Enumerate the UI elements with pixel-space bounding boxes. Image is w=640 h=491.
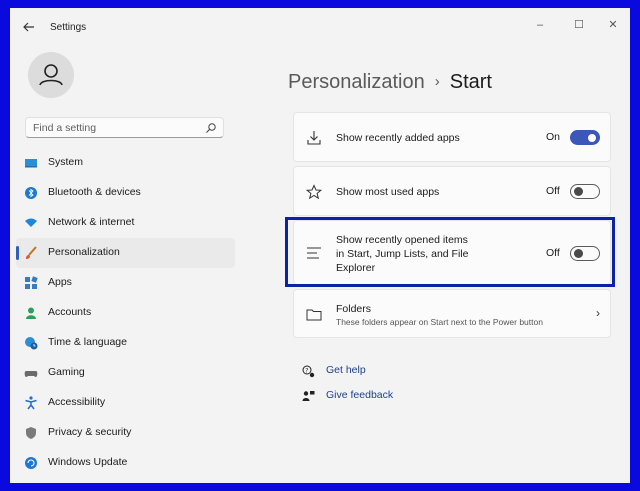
breadcrumb: Personalization › Start [288, 71, 492, 94]
toggle-state-label: Off [546, 185, 560, 197]
sidebar-item-system[interactable]: System [16, 148, 235, 178]
sidebar-item-label: Privacy & security [48, 426, 132, 438]
app-title: Settings [50, 22, 87, 33]
sidebar-item-windows-update[interactable]: Windows Update [16, 448, 235, 478]
sidebar-item-personalization[interactable]: Personalization [16, 238, 235, 268]
chevron-right-icon: › [596, 306, 600, 320]
search-input[interactable]: Find a setting [25, 117, 224, 138]
sidebar-item-label: Time & language [48, 336, 127, 348]
sidebar-item-accessibility[interactable]: Accessibility [16, 388, 235, 418]
toggle-knob [574, 187, 583, 196]
sidebar-item-label: Personalization [48, 246, 120, 258]
sidebar-nav: System Bluetooth & devices Network & int… [16, 148, 235, 478]
search-placeholder: Find a setting [33, 122, 97, 134]
account-icon [26, 307, 36, 319]
setting-label: Show recently added apps [336, 132, 460, 144]
globe-clock-icon [25, 337, 38, 350]
brush-icon [26, 246, 37, 259]
maximize-button[interactable]: ☐ [566, 16, 592, 34]
breadcrumb-parent[interactable]: Personalization [288, 71, 425, 93]
page-title: Start [449, 71, 492, 93]
title-bar: Settings – ☐ ✕ [10, 8, 630, 46]
most-used-apps-toggle[interactable] [570, 184, 600, 199]
search-icon [206, 123, 216, 133]
toggle-state-label: On [546, 131, 561, 143]
get-help-link[interactable]: Get help [326, 364, 366, 376]
sidebar-item-label: Apps [48, 276, 72, 288]
bluetooth-icon [25, 187, 37, 199]
sidebar-item-accounts[interactable]: Accounts [16, 298, 235, 328]
sidebar-item-label: System [48, 156, 84, 168]
toggle-knob [588, 134, 596, 142]
folder-icon [306, 309, 322, 321]
shield-icon [26, 427, 36, 439]
sidebar-item-gaming[interactable]: Gaming [16, 358, 235, 388]
setting-recently-added-apps: Show recently added apps On [293, 112, 611, 162]
minimize-button[interactable]: – [527, 16, 553, 34]
sidebar-item-label: Windows Update [48, 456, 128, 468]
active-indicator [16, 246, 19, 260]
apps-icon [25, 276, 38, 289]
svg-text:?: ? [305, 367, 308, 374]
accessibility-icon [25, 396, 37, 410]
sidebar-item-privacy[interactable]: Privacy & security [16, 418, 235, 448]
folders-title: Folders [336, 303, 372, 315]
avatar[interactable] [28, 52, 74, 98]
update-icon [25, 457, 37, 469]
sidebar-item-label: Accessibility [48, 396, 106, 408]
sidebar-item-time-language[interactable]: Time & language [16, 328, 235, 358]
back-arrow-icon[interactable] [22, 20, 36, 34]
recently-added-apps-toggle[interactable] [570, 130, 600, 145]
download-icon [307, 131, 321, 145]
highlight-box [285, 217, 615, 287]
breadcrumb-separator: › [434, 73, 440, 90]
folders-setting[interactable]: Folders These folders appear on Start ne… [293, 289, 611, 338]
monitor-icon [25, 159, 37, 168]
star-icon [306, 184, 322, 200]
close-button[interactable]: ✕ [600, 16, 626, 34]
feedback-icon [302, 391, 315, 401]
sidebar-item-label: Network & internet [48, 216, 135, 228]
user-icon [39, 64, 63, 86]
sidebar-item-apps[interactable]: Apps [16, 268, 235, 298]
wifi-icon [25, 218, 37, 227]
sidebar-item-label: Gaming [48, 366, 85, 378]
help-icon: ? [302, 365, 315, 378]
give-feedback-link[interactable]: Give feedback [326, 389, 393, 401]
setting-most-used-apps: Show most used apps Off [293, 166, 611, 216]
gamepad-icon [24, 371, 38, 377]
sidebar-item-label: Bluetooth & devices [48, 186, 141, 198]
sidebar-item-label: Accounts [48, 306, 92, 318]
sidebar-item-bluetooth[interactable]: Bluetooth & devices [16, 178, 235, 208]
setting-label: Show most used apps [336, 186, 440, 198]
sidebar-item-network[interactable]: Network & internet [16, 208, 235, 238]
folders-subtitle: These folders appear on Start next to th… [336, 317, 543, 327]
